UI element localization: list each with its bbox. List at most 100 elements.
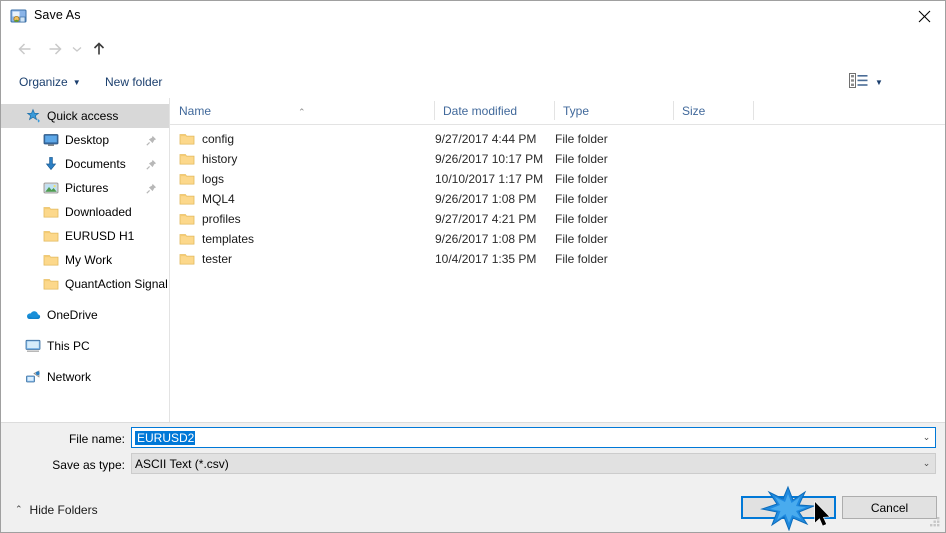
- folder-icon: [179, 172, 195, 186]
- sidebar-item-label: QuantAction Signal: [65, 277, 168, 291]
- file-name-input[interactable]: EURUSD2: [132, 430, 918, 445]
- file-row-date-modified: 9/26/2017 1:08 PM: [435, 192, 537, 206]
- recent-locations-button[interactable]: [67, 35, 87, 63]
- column-header-date-modified[interactable]: Date modified: [434, 98, 554, 124]
- file-row-date-modified: 9/26/2017 1:08 PM: [435, 232, 537, 246]
- documents-download-arrow-icon: [45, 157, 57, 171]
- sidebar-item-label: Desktop: [65, 133, 110, 147]
- sidebar-item-my-work[interactable]: My Work: [1, 248, 169, 272]
- folder-icon: [43, 228, 59, 244]
- column-header-name[interactable]: Name ⌃: [170, 98, 434, 124]
- folder-icon: [43, 255, 59, 266]
- table-row[interactable]: history 9/26/2017 10:17 PM File folder: [170, 149, 945, 169]
- column-header-type[interactable]: Type: [554, 98, 673, 124]
- pictures-icon: [43, 182, 59, 194]
- pin-icon: [146, 183, 157, 194]
- file-row-type: File folder: [555, 212, 608, 226]
- sidebar-item-downloaded[interactable]: Downloaded: [1, 200, 169, 224]
- pin-icon[interactable]: [146, 183, 157, 194]
- pin-icon: [146, 159, 157, 170]
- sidebar-item-label: This PC: [47, 339, 90, 353]
- sidebar-item-network[interactable]: Network: [1, 365, 169, 389]
- file-row-date-modified: 10/4/2017 1:35 PM: [435, 252, 537, 266]
- hide-folders-label: Hide Folders: [29, 503, 98, 517]
- desktop-monitor-icon: [43, 134, 59, 146]
- sidebar-item-onedrive[interactable]: OneDrive: [1, 303, 169, 327]
- folder-icon: [43, 276, 59, 292]
- folder-icon: [179, 174, 195, 185]
- sidebar-item-desktop[interactable]: Desktop: [1, 128, 169, 152]
- change-view-button[interactable]: ▼: [849, 73, 883, 91]
- desktop-monitor-icon: [43, 132, 59, 148]
- table-row[interactable]: profiles 9/27/2017 4:21 PM File folder: [170, 209, 945, 229]
- folder-icon: [43, 279, 59, 290]
- file-name-text: MQL4: [202, 192, 235, 206]
- file-name-text: templates: [202, 232, 255, 246]
- save-as-dialog: Save As Organize ▼ New folder ▼ Quick ac…: [0, 0, 946, 533]
- column-header-size[interactable]: Size: [673, 98, 753, 124]
- file-name-combobox[interactable]: EURUSD2 ⌄: [131, 427, 936, 448]
- table-row[interactable]: tester 10/4/2017 1:35 PM File folder: [170, 249, 945, 269]
- chevron-down-icon[interactable]: ⌄: [918, 458, 935, 469]
- documents-download-arrow-icon: [43, 156, 59, 172]
- chevron-up-icon: ⌃: [15, 503, 23, 514]
- pin-icon: [146, 135, 157, 146]
- table-row[interactable]: templates 9/26/2017 1:08 PM File folder: [170, 229, 945, 249]
- quick-access-star-icon: [26, 108, 40, 123]
- onedrive-cloud-icon: [27, 311, 41, 319]
- arrow-left-icon: [18, 43, 31, 55]
- folder-icon: [179, 252, 195, 266]
- save-as-type-label: Save as type:: [52, 458, 125, 472]
- sidebar-item-quick-access[interactable]: Quick access: [1, 104, 169, 128]
- file-name-text: history: [202, 152, 238, 166]
- up-one-level-button[interactable]: [85, 35, 113, 63]
- new-folder-button[interactable]: New folder: [99, 73, 168, 92]
- onedrive-cloud-icon: [25, 307, 41, 323]
- folder-icon: [179, 134, 195, 145]
- close-button[interactable]: [901, 1, 945, 31]
- folder-icon: [179, 154, 195, 165]
- sidebar-item-eurusd-h1[interactable]: EURUSD H1: [1, 224, 169, 248]
- chevron-down-icon: ▼: [72, 78, 81, 87]
- column-header-row: Name ⌃ Date modified Type Size: [170, 98, 945, 125]
- chevron-down-icon[interactable]: ⌄: [918, 432, 935, 443]
- cancel-button[interactable]: Cancel: [842, 496, 937, 519]
- pin-icon[interactable]: [146, 159, 157, 170]
- sidebar-item-pictures[interactable]: Pictures: [1, 176, 169, 200]
- pin-icon[interactable]: [146, 135, 157, 146]
- folder-icon: [43, 207, 59, 218]
- table-row[interactable]: logs 10/10/2017 1:17 PM File folder: [170, 169, 945, 189]
- folder-icon: [179, 152, 195, 166]
- folder-icon: [179, 212, 195, 226]
- file-row-name: MQL4: [179, 189, 235, 209]
- sidebar-item-quantaction-signal[interactable]: QuantAction Signal: [1, 272, 169, 296]
- sidebar-item-documents[interactable]: Documents: [1, 152, 169, 176]
- file-row-date-modified: 9/26/2017 10:17 PM: [435, 152, 544, 166]
- file-row-date-modified: 9/27/2017 4:44 PM: [435, 132, 537, 146]
- table-row[interactable]: MQL4 9/26/2017 1:08 PM File folder: [170, 189, 945, 209]
- sidebar-item-this-pc[interactable]: This PC: [1, 334, 169, 358]
- navigation-sidebar[interactable]: Quick access Desktop Documents Pictures Down…: [1, 98, 170, 422]
- resize-grip[interactable]: [928, 516, 941, 529]
- folder-icon: [43, 204, 59, 220]
- sidebar-item-label: Network: [47, 370, 92, 384]
- back-button[interactable]: [11, 35, 39, 63]
- folder-icon: [179, 234, 195, 245]
- network-icon: [25, 369, 41, 385]
- forward-button[interactable]: [41, 35, 69, 63]
- save-as-type-combobox[interactable]: ASCII Text (*.csv) ⌄: [131, 453, 936, 474]
- table-row[interactable]: config 9/27/2017 4:44 PM File folder: [170, 129, 945, 149]
- title-bar: Save As: [1, 1, 945, 32]
- organize-button[interactable]: Organize ▼: [13, 73, 87, 92]
- file-row-type: File folder: [555, 192, 608, 206]
- file-list-pane[interactable]: Name ⌃ Date modified Type Size config 9/2…: [170, 98, 945, 422]
- save-button[interactable]: Save: [741, 496, 836, 519]
- sidebar-item-label: Quick access: [47, 109, 119, 123]
- folder-icon: [43, 252, 59, 268]
- sidebar-item-label: EURUSD H1: [65, 229, 135, 243]
- hide-folders-button[interactable]: ⌃ Hide Folders: [15, 503, 98, 517]
- command-bar: Organize▼ New folder ▼ ?: [1, 67, 945, 157]
